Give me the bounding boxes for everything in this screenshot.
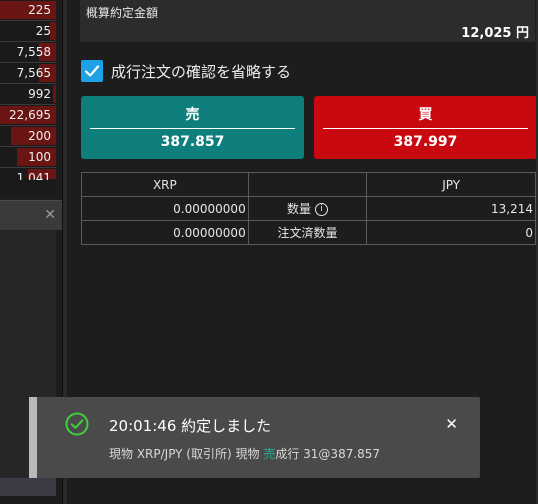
balance-table: XRP JPY 0.00000000 数量 i 13,214 0.00000000… bbox=[81, 172, 536, 245]
buy-button-title: 買 bbox=[418, 107, 433, 123]
order-book-depth-bar bbox=[53, 85, 56, 103]
order-book-row[interactable]: 992 bbox=[0, 84, 56, 105]
table-row: 0.00000000 数量 i 13,214 bbox=[81, 196, 536, 221]
order-book-quantity: 22,695 bbox=[9, 108, 51, 122]
buy-price: 387.997 bbox=[393, 134, 458, 150]
toast-side: 売 bbox=[263, 447, 276, 461]
order-book-quantity: 25 bbox=[35, 24, 51, 38]
xrp-ordered-quantity: 0.00000000 bbox=[81, 220, 249, 245]
checkmark-icon bbox=[84, 65, 100, 77]
row-label-quantity: 数量 i bbox=[247, 196, 368, 221]
order-book-row[interactable]: 225 bbox=[0, 0, 56, 21]
table-row: 0.00000000 注文済数量 0 bbox=[81, 220, 536, 245]
column-header-xrp: XRP bbox=[81, 172, 249, 197]
toast-title: 20:01:46 約定しました bbox=[109, 417, 272, 435]
order-book-row[interactable]: 22,695 bbox=[0, 105, 56, 126]
order-book-row[interactable]: 1,041 bbox=[0, 168, 56, 180]
buy-button[interactable]: 買 387.997 bbox=[314, 96, 537, 159]
order-book-row[interactable]: 100 bbox=[0, 147, 56, 168]
skip-confirmation-option[interactable]: 成行注文の確認を省略する bbox=[81, 58, 291, 84]
order-book-quantity: 225 bbox=[28, 3, 51, 17]
execution-toast: 20:01:46 約定しました ✕ 現物 XRP/JPY (取引所) 現物 売成… bbox=[29, 397, 480, 478]
toast-accent-bar bbox=[29, 397, 37, 478]
order-book-row[interactable]: 200 bbox=[0, 126, 56, 147]
left-panel-header: ✕ bbox=[0, 200, 62, 230]
order-book-quantity: 7,565 bbox=[16, 66, 51, 80]
skip-confirmation-label: 成行注文の確認を省略する bbox=[111, 62, 292, 81]
skip-confirmation-checkbox[interactable] bbox=[81, 60, 103, 82]
check-circle-icon bbox=[65, 412, 89, 436]
balance-table-header: XRP JPY bbox=[81, 172, 536, 197]
sell-button-title: 売 bbox=[185, 107, 200, 123]
estimated-amount-value: 12,025 円 bbox=[461, 26, 529, 41]
order-book-quantity: 100 bbox=[28, 150, 51, 164]
sell-button-divider bbox=[90, 128, 295, 129]
xrp-quantity: 0.00000000 bbox=[81, 196, 249, 221]
order-book-quantity: 7,558 bbox=[16, 45, 51, 59]
order-book-row[interactable]: 7,565 bbox=[0, 63, 56, 84]
estimated-amount-box: 概算約定金額 12,025 円 bbox=[80, 0, 535, 42]
sell-button[interactable]: 売 387.857 bbox=[81, 96, 304, 159]
column-header-label bbox=[247, 172, 368, 197]
order-book-quantity: 200 bbox=[28, 129, 51, 143]
close-icon[interactable]: ✕ bbox=[44, 207, 56, 223]
order-book-quantity: 1,041 bbox=[16, 171, 51, 180]
sell-price: 387.857 bbox=[160, 134, 225, 150]
jpy-ordered-quantity: 0 bbox=[366, 220, 536, 245]
order-book-quantity: 992 bbox=[28, 87, 51, 101]
horizontal-scrollbar[interactable] bbox=[0, 478, 56, 496]
order-book-row[interactable]: 7,558 bbox=[0, 42, 56, 63]
toast-detail-suffix: 成行 31@387.857 bbox=[275, 447, 381, 461]
order-book-row[interactable]: 25 bbox=[0, 21, 56, 42]
buy-button-divider bbox=[323, 128, 528, 129]
column-header-jpy: JPY bbox=[366, 172, 536, 197]
close-icon[interactable]: ✕ bbox=[445, 415, 458, 433]
estimated-amount-label: 概算約定金額 bbox=[86, 6, 159, 20]
trading-screen: 225 25 7,558 7,565 992 22,695 200 100 1,041 ✕ 概算… bbox=[0, 0, 538, 504]
quantity-label: 数量 bbox=[287, 202, 312, 216]
toast-detail-prefix: 現物 XRP/JPY (取引所) 現物 bbox=[109, 447, 260, 461]
toast-detail: 現物 XRP/JPY (取引所) 現物 売成行 31@387.857 bbox=[109, 445, 380, 462]
row-label-ordered-quantity: 注文済数量 bbox=[247, 220, 368, 245]
order-book: 225 25 7,558 7,565 992 22,695 200 100 1,041 bbox=[0, 0, 56, 196]
info-icon[interactable]: i bbox=[315, 203, 329, 216]
jpy-quantity: 13,214 bbox=[366, 196, 536, 221]
